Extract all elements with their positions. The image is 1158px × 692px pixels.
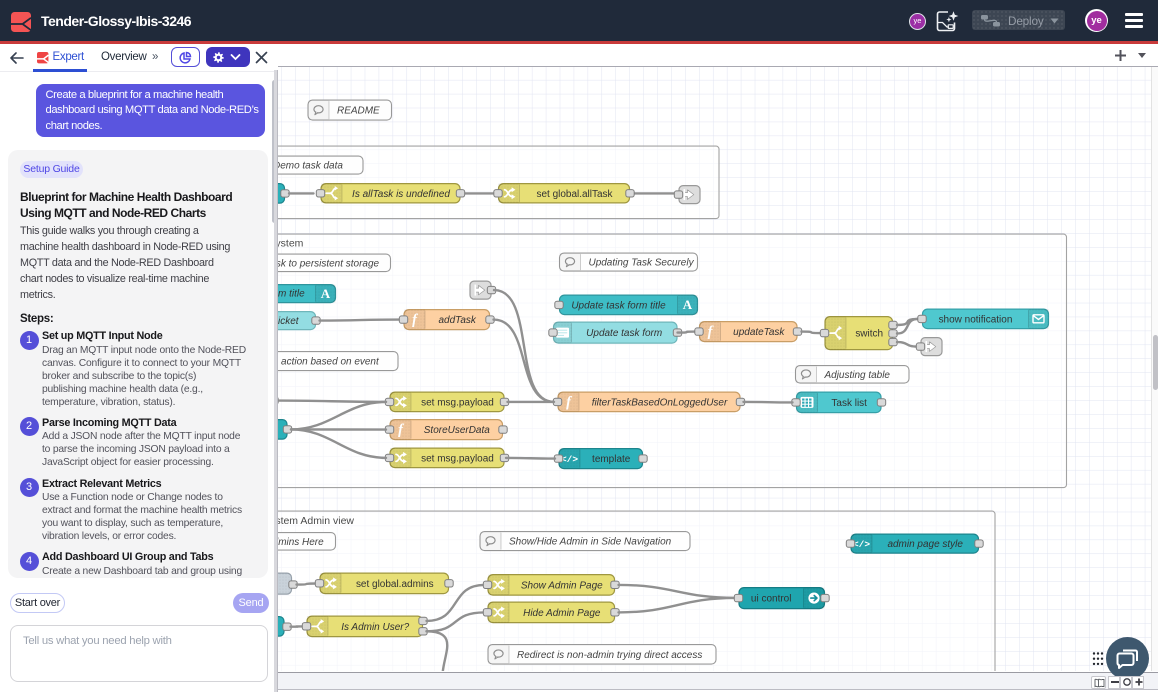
svg-text:template: template bbox=[592, 454, 631, 465]
svg-text:admin page style: admin page style bbox=[887, 539, 963, 550]
svg-text:m title: m title bbox=[278, 288, 305, 299]
svg-text:</>: </> bbox=[853, 539, 870, 550]
svg-text:show notification: show notification bbox=[939, 314, 1013, 325]
svg-text:icket: icket bbox=[278, 316, 300, 327]
svg-text:Task Management System Admin v: Task Management System Admin view bbox=[278, 516, 354, 527]
svg-text:Task list: Task list bbox=[831, 398, 867, 409]
svg-text:Show Admin Page: Show Admin Page bbox=[521, 580, 603, 591]
svg-text:Show/Hide Admin in Side Naviga: Show/Hide Admin in Side Navigation bbox=[509, 537, 672, 548]
svg-text:</>: </> bbox=[561, 454, 578, 465]
svg-text:Redirect is non-admin trying d: Redirect is non-admin trying direct acce… bbox=[517, 650, 702, 661]
svg-text:set msg.payload: set msg.payload bbox=[421, 397, 494, 408]
svg-text:README: README bbox=[337, 106, 380, 117]
svg-text:Save task to persistent storag: Save task to persistent storage bbox=[278, 258, 380, 269]
svg-text:Hide Admin Page: Hide Admin Page bbox=[523, 608, 601, 619]
svg-text:Update task form: Update task form bbox=[586, 328, 662, 339]
svg-text:Adjusting table: Adjusting table bbox=[823, 370, 890, 381]
svg-text:Is Admin User?: Is Admin User? bbox=[341, 622, 409, 633]
svg-text:StoreUserData: StoreUserData bbox=[424, 425, 490, 436]
svg-text:Updating Task Securely: Updating Task Securely bbox=[589, 258, 695, 269]
svg-text:set global.allTask: set global.allTask bbox=[536, 189, 612, 200]
svg-text:Is allTask is undefined: Is allTask is undefined bbox=[352, 189, 450, 200]
svg-text:A: A bbox=[683, 297, 693, 312]
svg-text:switch: switch bbox=[855, 329, 883, 340]
svg-text:Take action based on event: Take action based on event bbox=[278, 357, 380, 368]
svg-text:filterTaskBasedOnLoggedUser: filterTaskBasedOnLoggedUser bbox=[592, 397, 728, 408]
svg-text:A: A bbox=[321, 286, 331, 301]
svg-text:Update task form title: Update task form title bbox=[571, 300, 666, 311]
svg-text:updateTask: updateTask bbox=[733, 327, 785, 338]
svg-text:Task Management System: Task Management System bbox=[278, 238, 304, 249]
svg-text:ui control: ui control bbox=[751, 594, 792, 605]
svg-text:Demo task data: Demo task data bbox=[278, 161, 343, 172]
svg-text:Manage Admins Here: Manage Admins Here bbox=[278, 537, 324, 548]
svg-text:addTask: addTask bbox=[439, 315, 477, 326]
svg-text:set msg.payload: set msg.payload bbox=[421, 453, 494, 464]
svg-text:set global.admins: set global.admins bbox=[356, 579, 434, 590]
